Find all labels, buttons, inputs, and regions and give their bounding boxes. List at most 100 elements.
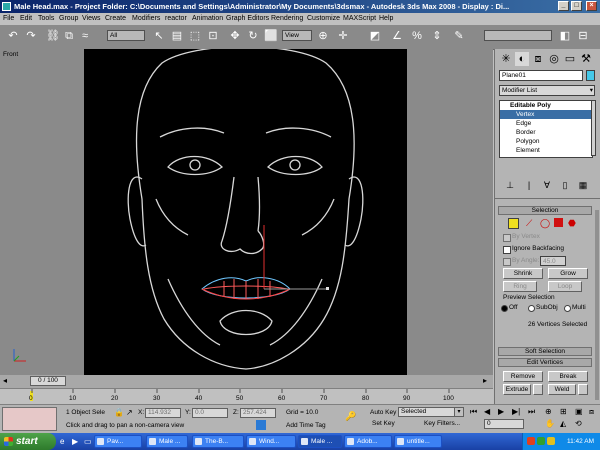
by-angle-checkbox[interactable] — [503, 258, 511, 266]
rotate-icon[interactable]: ↻ — [246, 29, 260, 43]
undo-icon[interactable]: ↶ — [6, 29, 20, 43]
menu-maxscript[interactable]: MAXScript — [343, 14, 376, 24]
bind-spacewarp-icon[interactable]: ≈ — [78, 29, 92, 43]
x-coordinate-field[interactable]: 114.932 — [145, 408, 181, 418]
y-coordinate-field[interactable]: 0.0 — [192, 408, 228, 418]
auto-key-button[interactable]: Auto Key — [370, 408, 396, 417]
object-name-field[interactable]: Plane01 — [499, 70, 583, 81]
menu-views[interactable]: Views — [82, 14, 101, 24]
maxscript-listener[interactable] — [2, 407, 57, 431]
loop-button[interactable]: Loop — [548, 281, 582, 292]
edge-mode-icon[interactable]: ⟋ — [526, 218, 532, 229]
close-button[interactable]: × — [586, 1, 597, 11]
tray-network-icon[interactable] — [537, 437, 545, 445]
border-mode-icon[interactable]: ◯ — [540, 218, 550, 229]
utilities-tab-icon[interactable]: ⚒ — [579, 52, 593, 66]
ignore-backfacing-checkbox[interactable] — [503, 246, 511, 254]
quick-launch-media-icon[interactable]: ▶ — [72, 437, 78, 446]
field-of-view-icon[interactable]: ◭ — [560, 419, 566, 428]
modify-tab-icon[interactable]: ◐ — [515, 52, 529, 66]
taskbar-item[interactable]: The-B... — [192, 435, 244, 448]
unlink-icon[interactable]: ⧉ — [62, 29, 76, 43]
select-by-name-icon[interactable]: ▤ — [170, 29, 184, 43]
go-to-end-icon[interactable]: ⏭ — [528, 407, 535, 417]
zoom-extents-icon[interactable]: ▣ — [575, 407, 583, 416]
link-icon[interactable]: ⛓ — [46, 29, 60, 43]
add-time-tag-button[interactable]: Add Time Tag — [286, 421, 326, 430]
pan-icon[interactable]: ✋ — [545, 419, 555, 428]
stack-item-polygon[interactable]: Polygon — [500, 137, 592, 146]
element-mode-icon[interactable]: ⬣ — [568, 218, 576, 229]
vertex-mode-button[interactable] — [508, 218, 519, 229]
preview-subobj-radio[interactable] — [528, 305, 535, 312]
menu-rendering[interactable]: Rendering — [271, 14, 303, 24]
next-key-icon[interactable]: ▶| — [512, 407, 520, 416]
mirror-icon[interactable]: ◧ — [558, 29, 572, 43]
z-coordinate-field[interactable]: 257.424 — [240, 408, 276, 418]
select-manipulate-icon[interactable]: ✛ — [336, 29, 350, 43]
menu-file[interactable]: File — [3, 14, 14, 24]
start-button[interactable]: start — [0, 433, 56, 450]
absolute-mode-icon[interactable]: ↗ — [126, 408, 133, 417]
maximize-button[interactable]: □ — [571, 1, 582, 11]
percent-snap-icon[interactable]: % — [410, 29, 424, 43]
create-tab-icon[interactable]: ✳ — [499, 52, 513, 66]
viewport-label[interactable]: Front — [3, 51, 18, 58]
preview-multi-radio[interactable] — [564, 305, 571, 312]
orbit-icon[interactable]: ⟲ — [575, 419, 582, 428]
lock-icon[interactable]: 🔒 — [114, 408, 124, 417]
minimize-button[interactable]: _ — [558, 1, 569, 11]
stack-scrollbar[interactable] — [591, 100, 596, 156]
motion-tab-icon[interactable]: ◎ — [547, 52, 561, 66]
polygon-mode-icon[interactable] — [554, 218, 563, 227]
prev-frame-icon[interactable]: ◂ — [3, 376, 7, 385]
named-selection-icon[interactable]: ✎ — [452, 29, 466, 43]
weld-button[interactable]: Weld — [548, 384, 576, 395]
ring-button[interactable]: Ring — [503, 281, 537, 292]
move-icon[interactable]: ✥ — [228, 29, 242, 43]
window-crossing-icon[interactable]: ⊡ — [206, 29, 220, 43]
menu-help[interactable]: Help — [379, 14, 393, 24]
break-button[interactable]: Break — [548, 371, 588, 382]
menu-group[interactable]: Group — [59, 14, 78, 24]
key-mode-dropdown[interactable]: Selected ▾ — [398, 407, 464, 417]
named-selection-sets-dropdown[interactable] — [484, 30, 552, 41]
command-panel-scrollbar[interactable] — [595, 210, 599, 400]
snap-toggle-icon[interactable]: ◩ — [368, 29, 382, 43]
modifier-list-dropdown[interactable]: Modifier List ▾ — [499, 85, 595, 96]
menu-tools[interactable]: Tools — [38, 14, 54, 24]
taskbar-item[interactable]: Male ... — [146, 435, 188, 448]
soft-selection-rollout-header[interactable]: Soft Selection — [498, 347, 592, 356]
angle-snap-icon[interactable]: ∠ — [390, 29, 404, 43]
reference-coordinate-dropdown[interactable]: View — [282, 30, 312, 41]
taskbar-item[interactable]: untitle... — [394, 435, 442, 448]
select-object-icon[interactable]: ↖ — [152, 29, 166, 43]
pivot-icon[interactable]: ⊕ — [316, 29, 330, 43]
display-tab-icon[interactable]: ▭ — [563, 52, 577, 66]
grow-button[interactable]: Grow — [548, 268, 588, 279]
align-icon[interactable]: ⊟ — [576, 29, 590, 43]
stack-item-edge[interactable]: Edge — [500, 119, 592, 128]
menu-create[interactable]: Create — [105, 14, 126, 24]
maximize-viewport-icon[interactable]: ⧈ — [589, 407, 594, 417]
menu-modifiers[interactable]: Modifiers — [132, 14, 160, 24]
time-slider-track[interactable]: 0 / 100 ◂ ▸ — [0, 375, 493, 388]
selection-filter-dropdown[interactable]: All — [107, 30, 145, 41]
stack-item-border[interactable]: Border — [500, 128, 592, 137]
remove-button[interactable]: Remove — [503, 371, 543, 382]
selection-rollout-header[interactable]: Selection — [498, 206, 592, 215]
remove-modifier-icon[interactable]: ▯ — [559, 180, 571, 192]
menu-edit[interactable]: Edit — [20, 14, 32, 24]
current-frame-field[interactable]: 0 — [484, 419, 524, 429]
tray-volume-icon[interactable] — [547, 437, 555, 445]
weld-settings-button[interactable] — [578, 384, 588, 395]
menu-graph-editors[interactable]: Graph Editors — [226, 14, 269, 24]
object-color-swatch[interactable] — [586, 70, 595, 81]
key-filters-button[interactable]: Key Filters... — [424, 419, 460, 428]
track-bar[interactable]: 0 10 20 30 40 50 60 70 80 90 100 — [0, 388, 493, 405]
zoom-all-icon[interactable]: ⊞ — [560, 407, 567, 416]
rectangular-region-icon[interactable]: ⬚ — [188, 29, 202, 43]
play-icon[interactable]: ▶ — [498, 407, 504, 416]
edit-vertices-rollout-header[interactable]: Edit Vertices — [498, 358, 592, 367]
spinner-snap-icon[interactable]: ⇕ — [430, 29, 444, 43]
